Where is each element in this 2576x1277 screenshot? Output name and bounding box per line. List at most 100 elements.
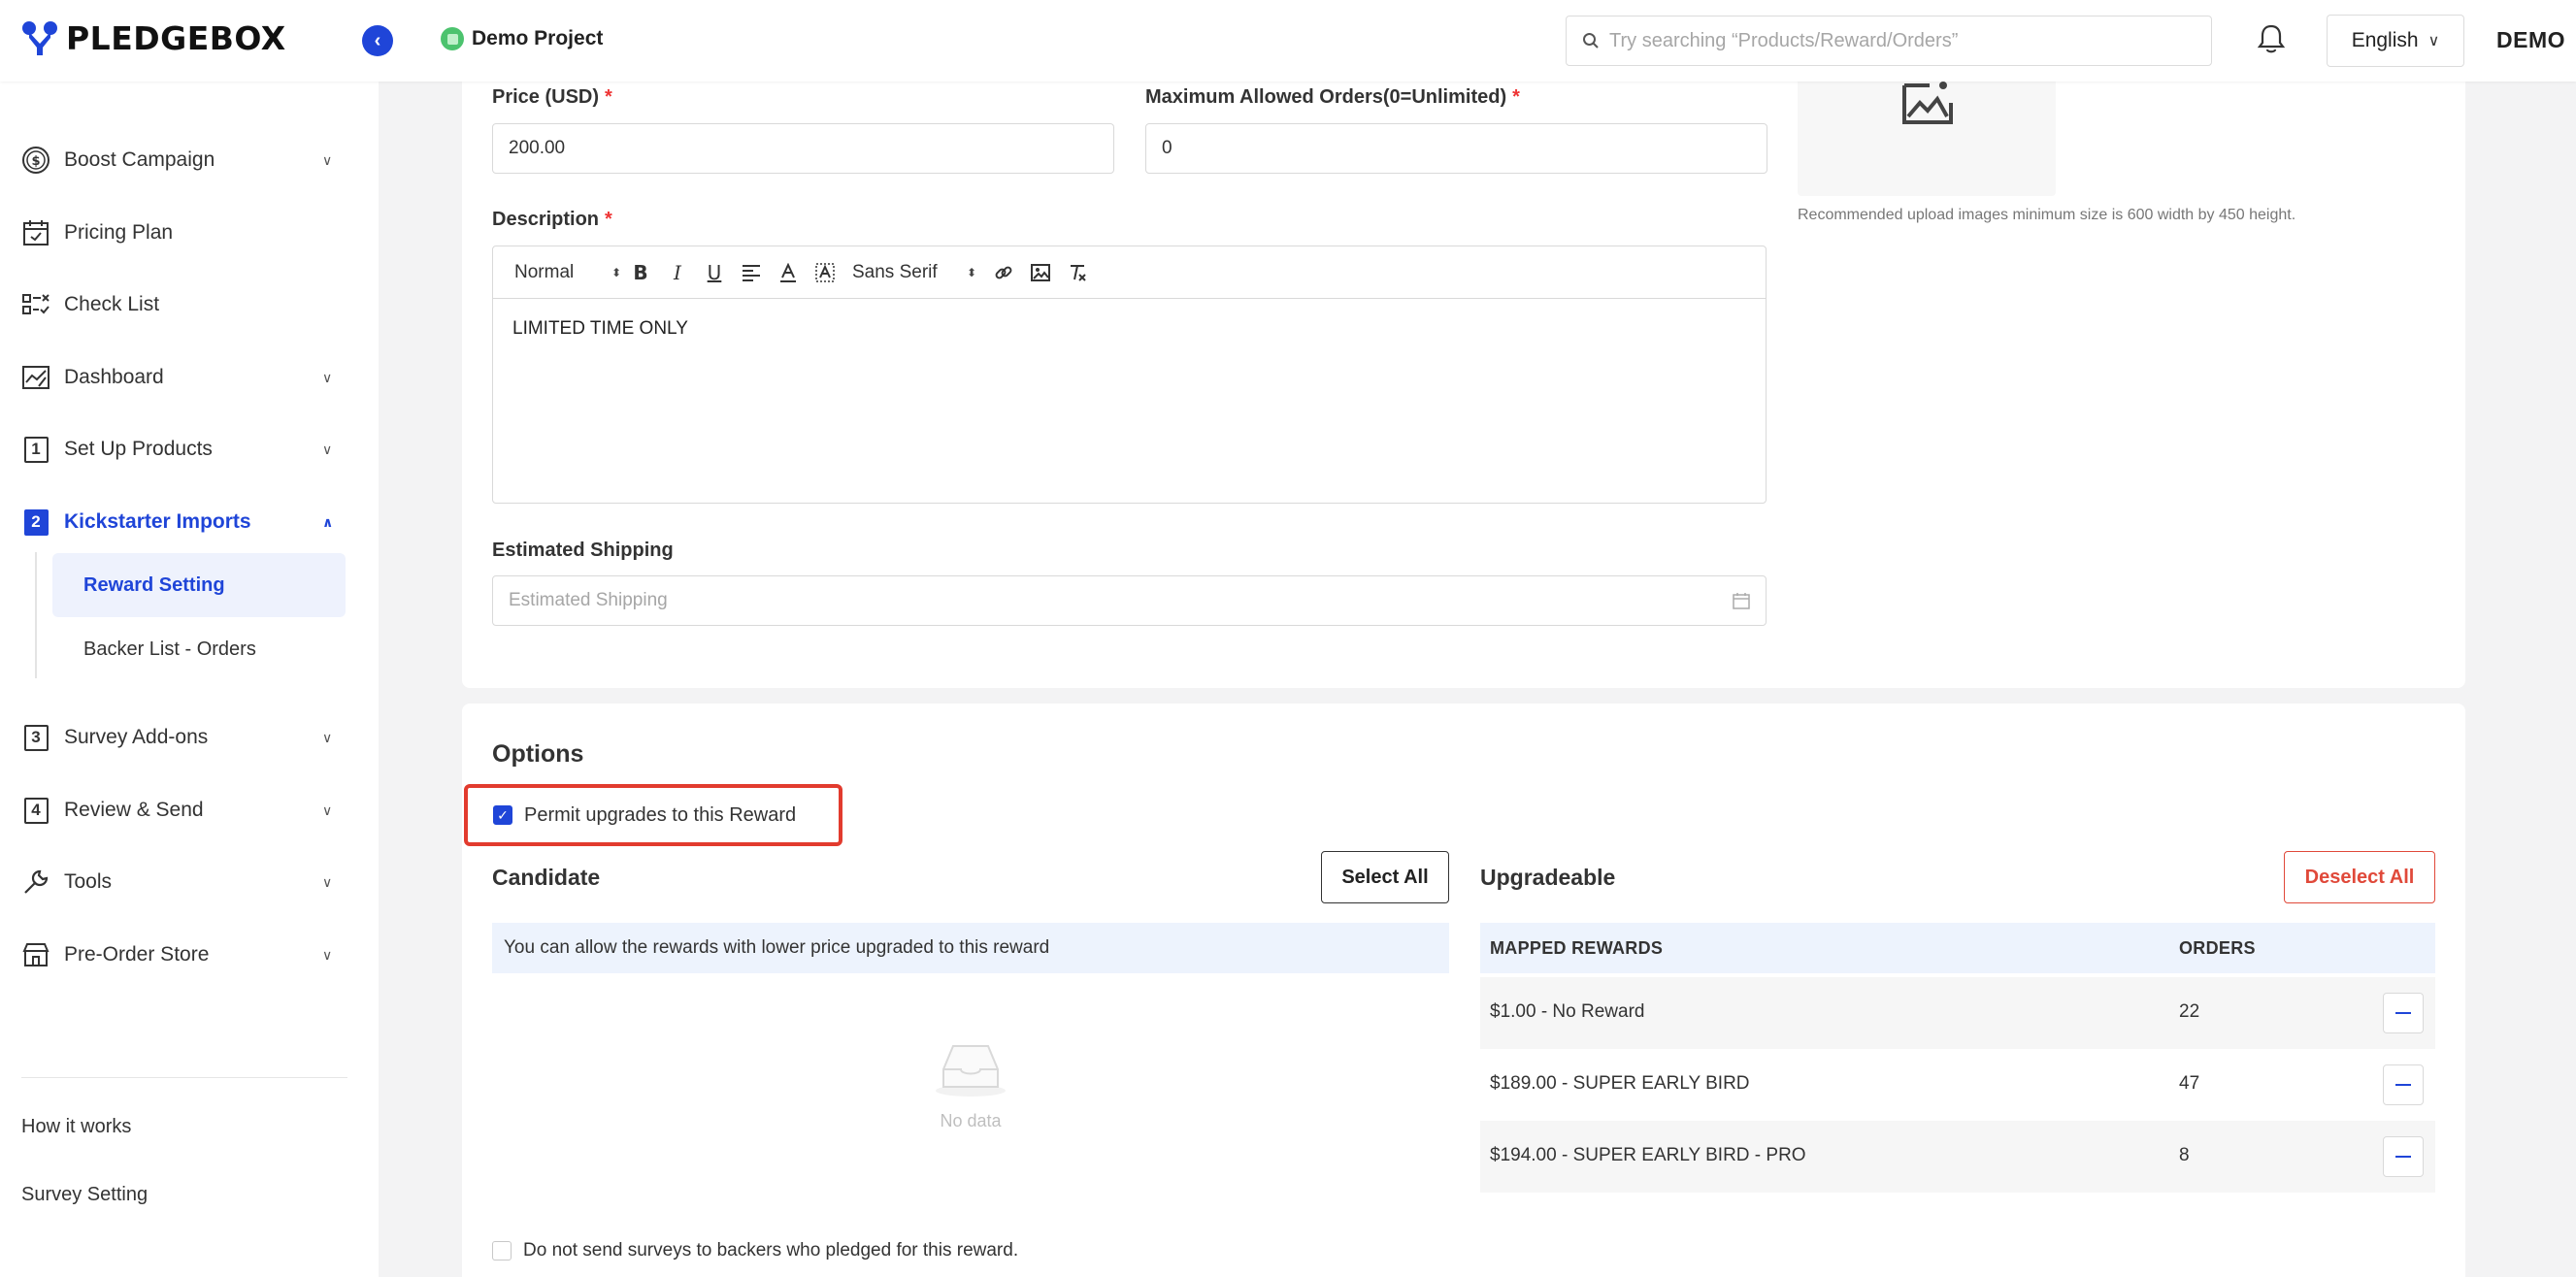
- remove-reward-button[interactable]: [2383, 993, 2424, 1033]
- candidate-info: You can allow the rewards with lower pri…: [492, 923, 1449, 973]
- reward-cell: $194.00 - SUPER EARLY BIRD - PRO: [1490, 1145, 1806, 1165]
- sidebar-item-label: Tools: [64, 870, 113, 893]
- chevron-down-icon: ∨: [322, 802, 333, 818]
- price-input[interactable]: 200.00: [492, 123, 1114, 174]
- description-label: Description *: [492, 209, 612, 230]
- underline-icon[interactable]: U: [705, 261, 724, 284]
- permit-upgrades-label: Permit upgrades to this Reward: [524, 803, 797, 826]
- select-arrows-icon: ⬍: [966, 265, 976, 279]
- clear-format-icon[interactable]: [1068, 263, 1087, 282]
- how-it-works-link[interactable]: How it works: [21, 1116, 131, 1138]
- step-three-icon: 3: [21, 723, 50, 752]
- italic-icon[interactable]: I: [668, 261, 687, 284]
- svg-text:$: $: [31, 154, 40, 169]
- max-orders-label: Maximum Allowed Orders(0=Unlimited) *: [1145, 86, 1520, 108]
- sidebar-item-label: Dashboard: [64, 366, 164, 388]
- checklist-icon: [21, 290, 50, 319]
- image-upload-icon: [1902, 82, 1953, 124]
- description-text[interactable]: LIMITED TIME ONLY: [493, 299, 1766, 359]
- sidebar-item-survey-add-ons[interactable]: 3 Survey Add-ons ∨: [0, 708, 379, 767]
- sidebar-item-check-list[interactable]: Check List: [0, 276, 379, 334]
- orders-cell: 8: [2179, 1145, 2190, 1165]
- checkbox-checked-icon: ✓: [493, 805, 512, 825]
- bold-icon[interactable]: B: [631, 261, 650, 284]
- no-survey-checkbox[interactable]: Do not send surveys to backers who pledg…: [492, 1240, 1018, 1261]
- project-name: Demo Project: [472, 27, 604, 49]
- sidebar-item-label: Set Up Products: [64, 438, 213, 460]
- sidebar-item-pricing-plan[interactable]: Pricing Plan: [0, 204, 379, 262]
- remove-reward-button[interactable]: [2383, 1064, 2424, 1105]
- reward-cell: $189.00 - SUPER EARLY BIRD: [1490, 1073, 1750, 1094]
- header-format-select[interactable]: Normal ⬍: [514, 262, 621, 283]
- minus-icon: [2395, 1084, 2411, 1086]
- pledgebox-logo-icon: [22, 20, 57, 55]
- brand-name: PLEDGEBOX: [66, 19, 286, 57]
- sidebar-subitem-reward-setting[interactable]: Reward Setting: [52, 553, 346, 617]
- project-status-icon: [441, 27, 464, 50]
- project-selector[interactable]: Demo Project: [441, 27, 603, 50]
- sidebar-subitem-backer-list-orders[interactable]: Backer List - Orders: [52, 617, 346, 681]
- sidebar-item-label: Boost Campaign: [64, 148, 215, 171]
- deselect-all-button[interactable]: Deselect All: [2284, 851, 2435, 903]
- sidebar-item-set-up-products[interactable]: 1 Set Up Products ∨: [0, 420, 379, 478]
- brand-logo[interactable]: PLEDGEBOX: [21, 19, 286, 57]
- sidebar-item-label: Review & Send: [64, 799, 204, 821]
- sidebar-item-kickstarter-imports[interactable]: 2 Kickstarter Imports ∧: [0, 493, 379, 551]
- sidebar-item-pre-order-store[interactable]: Pre-Order Store ∨: [0, 926, 379, 984]
- dollar-circle-icon: $: [21, 146, 50, 175]
- sidebar-item-label: Kickstarter Imports: [64, 510, 251, 533]
- image-icon[interactable]: [1031, 263, 1050, 282]
- orders-cell: 22: [2179, 1001, 2200, 1022]
- font-family-select[interactable]: Sans Serif ⬍: [852, 262, 976, 283]
- chevron-down-icon: ∨: [322, 441, 333, 457]
- sidebar-item-tools[interactable]: Tools ∨: [0, 853, 379, 911]
- reward-cell: $1.00 - No Reward: [1490, 1001, 1645, 1022]
- store-icon: [21, 940, 50, 969]
- sidebar-item-review-send[interactable]: 4 Review & Send ∨: [0, 781, 379, 839]
- select-all-button[interactable]: Select All: [1321, 851, 1449, 903]
- search-box[interactable]: [1566, 16, 2212, 66]
- calendar-icon: [21, 218, 50, 247]
- step-one-icon: 1: [21, 435, 50, 464]
- table-row: $189.00 - SUPER EARLY BIRD 47: [1480, 1049, 2435, 1121]
- chevron-down-icon: ∨: [322, 873, 333, 890]
- chevron-left-icon: ‹: [374, 29, 381, 51]
- background-color-icon[interactable]: [815, 262, 835, 282]
- upgradeable-title: Upgradeable: [1480, 865, 1616, 890]
- permit-upgrades-checkbox[interactable]: ✓ Permit upgrades to this Reward: [464, 784, 842, 846]
- sidebar-item-label: Check List: [64, 293, 160, 315]
- table-row: $1.00 - No Reward 22: [1480, 977, 2435, 1049]
- step-two-icon: 2: [21, 508, 50, 537]
- max-orders-input[interactable]: 0: [1145, 123, 1767, 174]
- language-select[interactable]: English ∨: [2327, 15, 2464, 67]
- notification-bell-icon[interactable]: [2254, 21, 2289, 56]
- chevron-down-icon: ∨: [322, 151, 333, 168]
- table-row: $194.00 - SUPER EARLY BIRD - PRO 8: [1480, 1121, 2435, 1193]
- submenu-guide-line: [35, 552, 37, 678]
- top-header: PLEDGEBOX ‹ Demo Project English ∨ DEMO: [0, 0, 2576, 82]
- link-icon[interactable]: [994, 263, 1013, 282]
- remove-reward-button[interactable]: [2383, 1136, 2424, 1177]
- no-data-text: No data: [940, 1111, 1002, 1130]
- editor-toolbar: Normal ⬍ B I U Sans Serif ⬍: [493, 246, 1766, 299]
- image-upload-note: Recommended upload images minimum size i…: [1798, 207, 2296, 223]
- minus-icon: [2395, 1012, 2411, 1014]
- price-label: Price (USD) *: [492, 86, 612, 108]
- sidebar-item-dashboard[interactable]: Dashboard ∨: [0, 348, 379, 407]
- language-label: English: [2351, 29, 2419, 51]
- wrench-icon: [21, 868, 50, 897]
- collapse-sidebar-button[interactable]: ‹: [362, 25, 393, 56]
- survey-setting-link[interactable]: Survey Setting: [21, 1184, 148, 1206]
- shipping-date-input[interactable]: Estimated Shipping: [492, 575, 1767, 626]
- description-editor[interactable]: Normal ⬍ B I U Sans Serif ⬍ LIMITED TIME O…: [492, 246, 1767, 504]
- align-icon[interactable]: [742, 263, 761, 282]
- column-header-orders: ORDERS: [2179, 938, 2256, 958]
- user-name[interactable]: DEMO: [2496, 27, 2565, 53]
- search-input[interactable]: [1609, 29, 2192, 52]
- sidebar-item-boost-campaign[interactable]: $ Boost Campaign ∨: [0, 131, 379, 189]
- sidebar-item-label: Survey Add-ons: [64, 726, 209, 748]
- chevron-down-icon: ∨: [322, 729, 333, 745]
- text-color-icon[interactable]: [778, 262, 798, 282]
- chevron-down-icon: ∨: [2427, 33, 2440, 49]
- no-survey-label: Do not send surveys to backers who pledg…: [523, 1240, 1019, 1261]
